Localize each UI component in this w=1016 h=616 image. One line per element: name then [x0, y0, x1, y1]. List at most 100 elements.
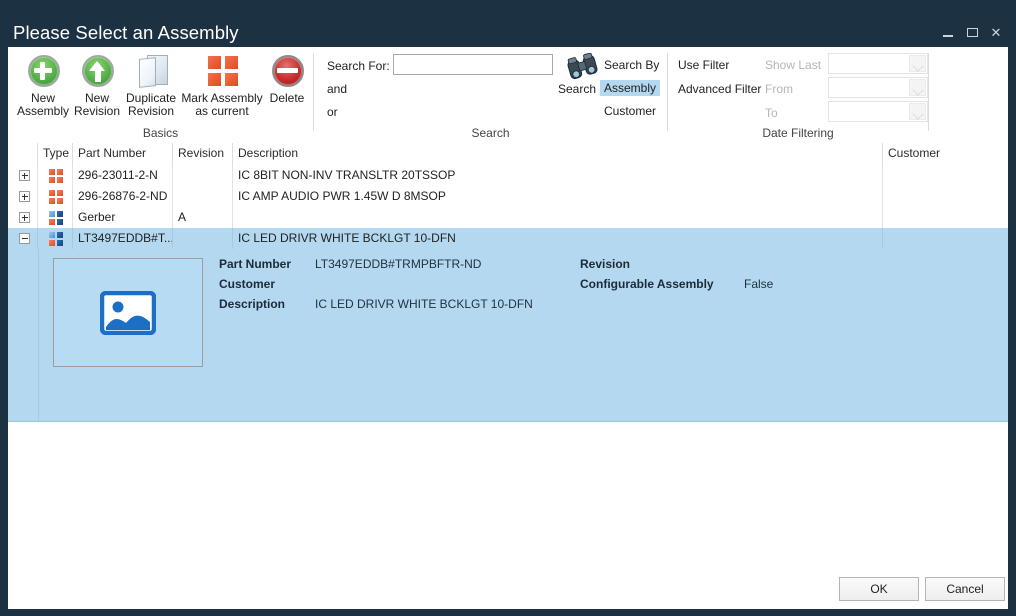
delete-label: Delete — [270, 92, 305, 105]
maximize-button[interactable] — [960, 21, 984, 43]
search-by-label: Search By — [600, 57, 663, 73]
chevron-down-icon — [909, 103, 926, 120]
minimize-button[interactable] — [936, 21, 960, 43]
row-part-number: 296-23011-2-N — [73, 165, 173, 186]
assembly-thumbnail[interactable] — [53, 258, 203, 367]
row-customer — [883, 165, 1008, 186]
row-expander-cell — [8, 165, 38, 186]
ribbon-group-search: Search For: and or — [314, 47, 667, 143]
assembly-grid: Type Part Number Revision Description Cu… — [8, 143, 1008, 575]
detail-revision-label: Revision — [580, 257, 630, 271]
grid-header-customer[interactable]: Customer — [883, 143, 1008, 165]
detail-indent — [8, 249, 39, 421]
row-customer — [883, 186, 1008, 207]
table-row[interactable]: 296-23011-2-N IC 8BIT NON-INV TRANSLTR 2… — [8, 165, 1008, 187]
table-row[interactable]: 296-26876-2-ND IC AMP AUDIO PWR 1.45W D … — [8, 186, 1008, 208]
ribbon-group-basics: New Assembly New Revision Duplicate Revi… — [8, 47, 313, 143]
close-button[interactable]: ✕ — [984, 21, 1008, 43]
row-revision — [173, 186, 233, 207]
row-description — [233, 207, 883, 228]
row-customer — [883, 207, 1008, 228]
green-circle-up-arrow-icon — [79, 53, 115, 89]
detail-part-number-label: Part Number — [219, 257, 291, 271]
binoculars-icon — [566, 53, 600, 81]
row-customer — [883, 228, 1008, 249]
show-last-label: Show Last — [765, 58, 821, 72]
row-type-cell — [38, 228, 73, 249]
duplicate-revision-button[interactable]: Duplicate Revision — [118, 53, 184, 118]
delete-button[interactable]: Delete — [264, 53, 310, 105]
row-revision: A — [173, 207, 233, 228]
row-expander-cell — [8, 186, 38, 207]
mark-assembly-as-current-button[interactable]: Mark Assembly as current — [176, 53, 268, 118]
maximize-icon — [967, 28, 978, 37]
table-row[interactable]: Gerber A — [8, 207, 1008, 229]
ok-button[interactable]: OK — [839, 577, 919, 601]
dialog-window: Please Select an Assembly ✕ New Assembly — [0, 0, 1016, 616]
ribbon-toolbar: New Assembly New Revision Duplicate Revi… — [8, 47, 1008, 144]
row-expander-cell — [8, 207, 38, 228]
row-expander-cell — [8, 228, 38, 249]
detail-part-number-value: LT3497EDDB#TRMPBFTR-ND — [315, 257, 481, 271]
row-description: IC AMP AUDIO PWR 1.45W D 8MSOP — [233, 186, 883, 207]
row-type-cell — [38, 165, 73, 186]
detail-configurable-assembly-value: False — [744, 277, 773, 291]
search-by-option-assembly[interactable]: Assembly — [600, 80, 660, 96]
detail-configurable-assembly-label: Configurable Assembly — [580, 277, 714, 291]
to-label: To — [765, 106, 778, 120]
window-title: Please Select an Assembly — [13, 24, 239, 43]
new-revision-label: New Revision — [74, 92, 120, 118]
grid-header-row: Type Part Number Revision Description Cu… — [8, 143, 1008, 166]
group-divider — [928, 53, 929, 131]
row-revision — [173, 228, 233, 249]
from-label: From — [765, 82, 793, 96]
table-row[interactable]: LT3497EDDB#T... IC LED DRIVR WHITE BCKLG… — [8, 228, 1008, 250]
row-part-number: 296-26876-2-ND — [73, 186, 173, 207]
ribbon-group-date-filtering: Use Filter Advanced Filter Show Last Fro… — [668, 47, 928, 143]
detail-customer-label: Customer — [219, 277, 275, 291]
detail-description-value: IC LED DRIVR WHITE BCKLGT 10-DFN — [315, 297, 533, 311]
grid-header-description[interactable]: Description — [233, 143, 883, 165]
date-filtering-group-label: Date Filtering — [668, 126, 928, 140]
advanced-filter-label[interactable]: Advanced Filter — [678, 82, 761, 96]
window-controls: ✕ — [936, 21, 1008, 43]
assembly-detail-panel: Part Number LT3497EDDB#TRMPBFTR-ND Custo… — [8, 249, 1008, 422]
show-last-dropdown[interactable] — [828, 53, 928, 74]
cancel-button[interactable]: Cancel — [925, 577, 1005, 601]
grid-header-revision[interactable]: Revision — [173, 143, 233, 165]
duplicate-revision-label: Duplicate Revision — [126, 92, 176, 118]
dialog-footer: OK Cancel — [8, 568, 1008, 608]
row-description: IC 8BIT NON-INV TRANSLTR 20TSSOP — [233, 165, 883, 186]
row-part-number: Gerber — [73, 207, 173, 228]
search-by-option-customer[interactable]: Customer — [600, 103, 660, 119]
detail-description-label: Description — [219, 297, 285, 311]
from-dropdown[interactable] — [828, 77, 928, 98]
row-revision — [173, 165, 233, 186]
chevron-down-icon — [909, 55, 926, 72]
green-circle-plus-icon — [25, 53, 61, 89]
title-bar: Please Select an Assembly ✕ — [0, 0, 1016, 47]
duplicate-document-icon — [133, 53, 169, 89]
mark-assembly-label: Mark Assembly as current — [181, 92, 262, 118]
row-type-cell — [38, 186, 73, 207]
grid-header-type[interactable]: Type — [38, 143, 73, 165]
minimize-icon — [943, 35, 953, 37]
use-filter-label[interactable]: Use Filter — [678, 58, 729, 72]
row-description: IC LED DRIVR WHITE BCKLGT 10-DFN — [233, 228, 883, 249]
search-for-input[interactable] — [393, 54, 553, 75]
search-button-label: Search — [558, 82, 596, 96]
image-placeholder-icon — [100, 291, 156, 335]
chevron-down-icon — [909, 79, 926, 96]
grid-header-expander — [8, 143, 38, 165]
search-group-label: Search — [314, 126, 667, 140]
row-type-cell — [38, 207, 73, 228]
dialog-client-area: New Assembly New Revision Duplicate Revi… — [8, 47, 1008, 608]
close-icon: ✕ — [991, 26, 1002, 39]
search-for-label: Search For: — [327, 59, 390, 73]
new-assembly-label: New Assembly — [17, 92, 69, 118]
and-label: and — [327, 82, 347, 96]
red-circle-minus-icon — [269, 53, 305, 89]
basics-group-label: Basics — [8, 126, 313, 140]
to-dropdown[interactable] — [828, 101, 928, 122]
grid-header-part-number[interactable]: Part Number — [73, 143, 173, 165]
